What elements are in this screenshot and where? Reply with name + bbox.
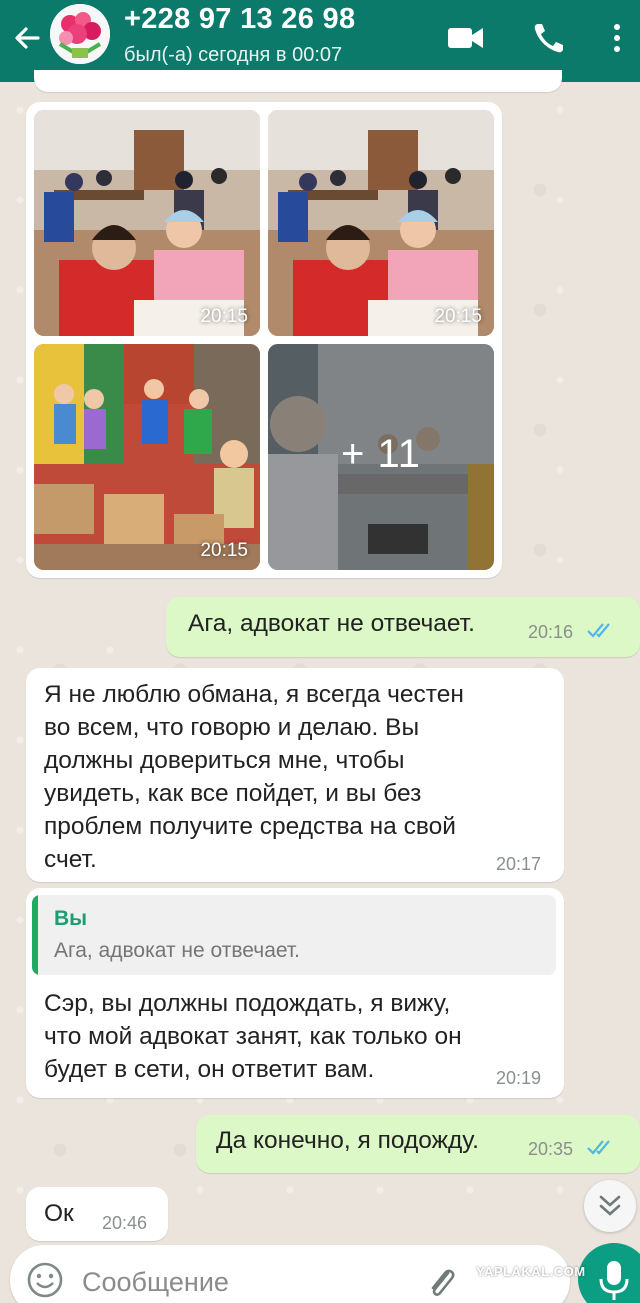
emoji-icon: [27, 1262, 63, 1298]
video-call-icon: [448, 28, 483, 48]
quote-accent-bar: [32, 895, 38, 975]
incoming-message: Ок 20:46: [26, 1187, 168, 1241]
photo-time: 20:15: [434, 306, 482, 327]
photo-time: 20:15: [200, 540, 248, 561]
quote-text: Ага, адвокат не отвечает.: [54, 939, 300, 962]
voice-call-button[interactable]: [528, 18, 570, 58]
phone-icon: [534, 24, 563, 53]
incoming-message: Я не люблю обмана, я всегда честен во вс…: [26, 668, 564, 882]
classroom-photo-image: [268, 110, 494, 336]
photo-classroom-2[interactable]: 20:15: [268, 110, 494, 336]
double-chevron-down-icon: [599, 1195, 621, 1216]
message-line: должны довериться мне, чтобы: [44, 747, 405, 774]
message-time: 20:17: [496, 854, 542, 874]
contact-name[interactable]: +228 97 13 26 98: [124, 3, 355, 36]
photo-time: 20:15: [200, 306, 248, 327]
attach-button[interactable]: [424, 1263, 460, 1303]
avatar-flowers-image: [50, 4, 110, 64]
message-line: что мой адвокат занят, как только он: [44, 1023, 462, 1050]
photo-album-bubble: 20:15 20:15 20:15 + 11: [26, 102, 502, 578]
more-options-button[interactable]: [602, 18, 632, 58]
avatar[interactable]: [50, 4, 110, 64]
back-button[interactable]: [8, 18, 48, 58]
last-seen-status: был(-а) сегодня в 00:07: [124, 44, 343, 66]
message-text: Да конечно, я подожду.: [216, 1127, 479, 1154]
more-photos-count: + 11: [341, 432, 421, 476]
read-ticks-icon: [587, 1140, 610, 1155]
message-line: Сэр, вы должны подождать, я вижу,: [44, 990, 451, 1017]
message-line: проблем получите средства на свой: [44, 813, 456, 840]
message-line: будет в сети, он ответит вам.: [44, 1056, 375, 1083]
kids-group-photo-image: [34, 344, 260, 570]
microphone-icon: [599, 1261, 629, 1300]
message-text: Ага, адвокат не отвечает.: [188, 610, 475, 637]
message-text: Ок: [44, 1200, 74, 1227]
watermark-text: YAPLAKAL.COM: [476, 1264, 586, 1279]
message-time: 20:35: [528, 1139, 574, 1159]
message-input[interactable]: Сообщение: [82, 1267, 229, 1298]
back-arrow-icon: [15, 27, 40, 49]
classroom-photo-image: [34, 110, 260, 336]
read-ticks-icon: [587, 623, 610, 638]
outgoing-message: Да конечно, я подожду. 20:35: [196, 1115, 640, 1173]
message-line: увидеть, как все пойдет, и вы без: [44, 780, 422, 807]
message-time: 20:46: [102, 1213, 148, 1233]
quote-author: Вы: [54, 907, 88, 930]
scroll-to-bottom-button[interactable]: [584, 1180, 636, 1232]
outgoing-message: Ага, адвокат не отвечает. 20:16: [166, 597, 640, 657]
message-line: Я не люблю обмана, я всегда честен: [44, 681, 464, 708]
photo-kids-group[interactable]: 20:15: [34, 344, 260, 570]
message-time: 20:19: [496, 1068, 542, 1088]
message-line: во всем, что говорю и делаю. Вы: [44, 714, 420, 741]
message-line: счет.: [44, 846, 97, 873]
more-vert-icon: [614, 24, 620, 52]
previous-message-bubble: [34, 70, 562, 92]
photo-classroom-1[interactable]: 20:15: [34, 110, 260, 336]
paperclip-icon: [431, 1269, 455, 1296]
emoji-button[interactable]: [26, 1261, 64, 1299]
video-call-button[interactable]: [445, 18, 487, 58]
reply-quote[interactable]: Вы Ага, адвокат не отвечает.: [32, 895, 556, 975]
voice-record-button[interactable]: [578, 1243, 640, 1303]
message-time: 20:16: [528, 622, 574, 642]
photo-more[interactable]: + 11: [268, 344, 494, 570]
